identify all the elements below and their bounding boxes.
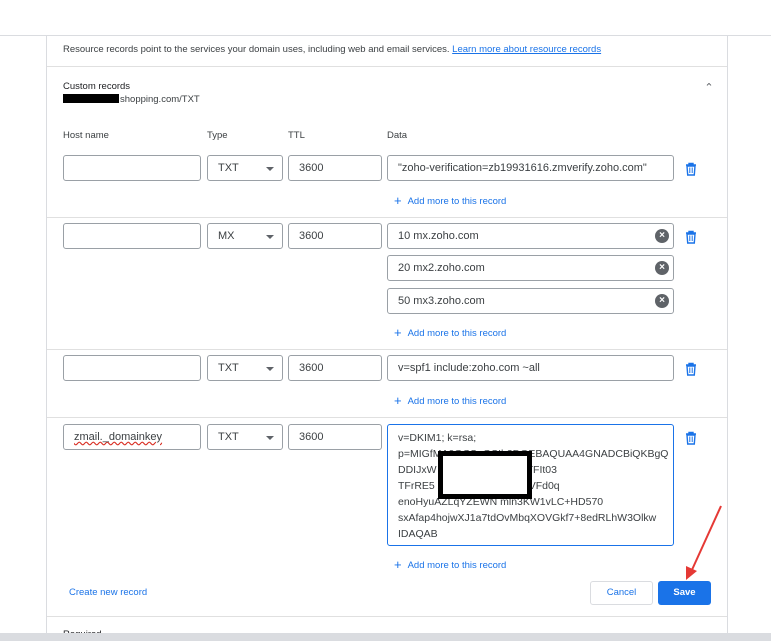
intro-text: Resource records point to the services y… xyxy=(63,44,450,55)
chevron-up-icon[interactable]: ⌃ xyxy=(703,82,715,94)
add-more-link[interactable]: + Add more to this record xyxy=(394,325,506,340)
chevron-down-icon xyxy=(266,235,274,239)
divider xyxy=(47,417,727,418)
divider xyxy=(47,616,727,617)
host-name-input[interactable] xyxy=(63,223,201,249)
trash-icon[interactable] xyxy=(684,230,698,244)
type-select[interactable]: TXT xyxy=(207,424,283,450)
save-button[interactable]: Save xyxy=(658,581,711,605)
top-bar xyxy=(0,0,771,36)
clear-icon[interactable]: × xyxy=(655,294,669,308)
divider xyxy=(47,66,727,67)
host-name-input[interactable]: zmail._domainkey xyxy=(63,424,201,450)
dns-records-card: Resource records point to the services y… xyxy=(46,36,728,641)
data-input[interactable]: v=spf1 include:zoho.com ~all xyxy=(387,355,674,381)
col-ttl: TTL xyxy=(288,130,305,141)
host-name-input[interactable] xyxy=(63,155,201,181)
custom-records-subtitle: shopping.com/TXT xyxy=(63,94,200,105)
resource-records-intro: Resource records point to the services y… xyxy=(63,44,601,55)
bottom-bar xyxy=(0,633,771,641)
data-input[interactable]: 10 mx.zoho.com × xyxy=(387,223,674,249)
data-input[interactable]: "zoho-verification=zb19931616.zmverify.z… xyxy=(387,155,674,181)
divider xyxy=(47,217,727,218)
ttl-input[interactable]: 3600 xyxy=(288,223,382,249)
type-select[interactable]: TXT xyxy=(207,355,283,381)
plus-icon: + xyxy=(394,325,402,340)
trash-icon[interactable] xyxy=(684,362,698,376)
data-input[interactable]: 50 mx3.zoho.com × xyxy=(387,288,674,314)
add-more-link[interactable]: + Add more to this record xyxy=(394,193,506,208)
type-select[interactable]: TXT xyxy=(207,155,283,181)
chevron-down-icon xyxy=(266,367,274,371)
ttl-input[interactable]: 3600 xyxy=(288,424,382,450)
chevron-down-icon xyxy=(266,167,274,171)
host-name-input[interactable] xyxy=(63,355,201,381)
chevron-down-icon xyxy=(266,436,274,440)
redaction-box xyxy=(438,451,532,499)
col-type: Type xyxy=(207,130,228,141)
custom-records-title: Custom records xyxy=(63,81,131,92)
add-more-link[interactable]: + Add more to this record xyxy=(394,557,506,572)
divider xyxy=(47,349,727,350)
plus-icon: + xyxy=(394,393,402,408)
trash-icon[interactable] xyxy=(684,431,698,445)
type-select[interactable]: MX xyxy=(207,223,283,249)
data-input[interactable]: 20 mx2.zoho.com × xyxy=(387,255,674,281)
plus-icon: + xyxy=(394,193,402,208)
redacted-domain xyxy=(63,94,119,103)
cancel-button[interactable]: Cancel xyxy=(590,581,653,605)
add-more-link[interactable]: + Add more to this record xyxy=(394,393,506,408)
col-host-name: Host name xyxy=(63,130,109,141)
clear-icon[interactable]: × xyxy=(655,229,669,243)
create-new-record-link[interactable]: Create new record xyxy=(69,587,147,598)
clear-icon[interactable]: × xyxy=(655,261,669,275)
trash-icon[interactable] xyxy=(684,162,698,176)
plus-icon: + xyxy=(394,557,402,572)
learn-more-link[interactable]: Learn more about resource records xyxy=(452,44,601,55)
ttl-input[interactable]: 3600 xyxy=(288,355,382,381)
col-data: Data xyxy=(387,130,408,141)
ttl-input[interactable]: 3600 xyxy=(288,155,382,181)
